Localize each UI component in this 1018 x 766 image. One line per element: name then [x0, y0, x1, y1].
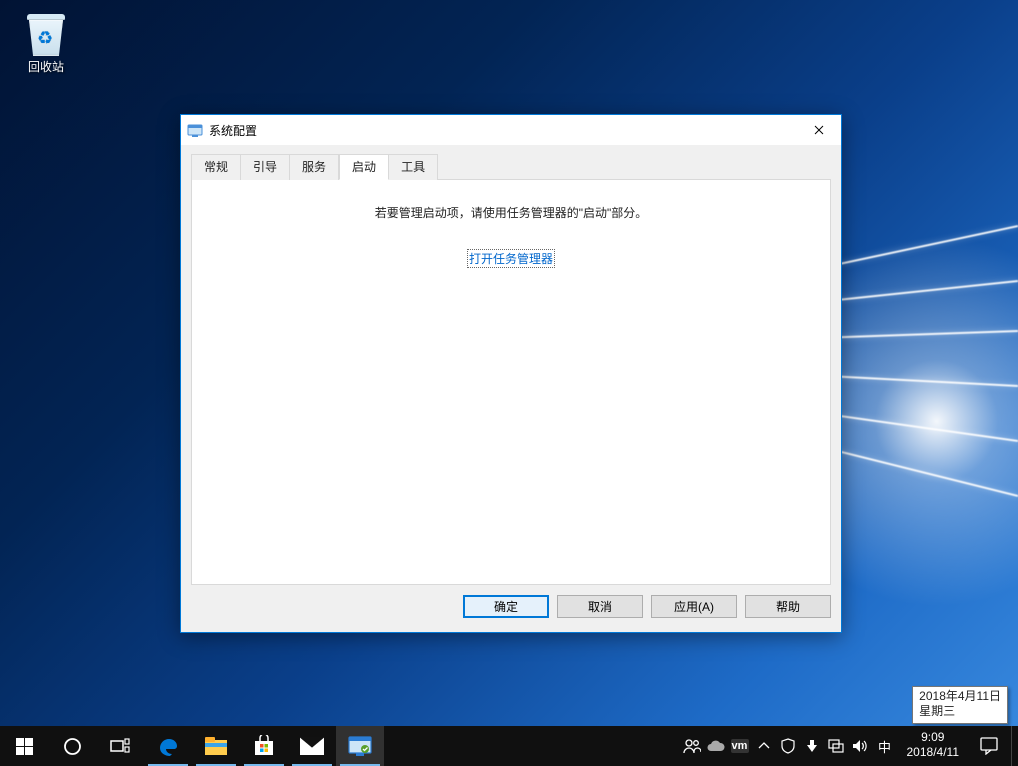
taskbar-app-explorer[interactable] [192, 726, 240, 766]
mail-icon [300, 737, 324, 755]
tab-tools[interactable]: 工具 [389, 154, 438, 180]
taskbar-app-store[interactable] [240, 726, 288, 766]
task-view-icon [110, 738, 130, 754]
cortana-circle-icon [63, 737, 82, 756]
clock-date: 2018/4/11 [907, 745, 960, 760]
open-task-manager-link[interactable]: 打开任务管理器 [467, 249, 555, 268]
task-view-button[interactable] [96, 726, 144, 766]
close-button[interactable] [796, 115, 841, 145]
tray-ime-indicator[interactable]: 中 [875, 726, 895, 766]
tab-panel-startup: 若要管理启动项，请使用任务管理器的"启动"部分。 打开任务管理器 [191, 179, 831, 585]
store-icon [253, 735, 275, 757]
tray-onedrive-icon[interactable] [707, 726, 725, 766]
tray-vmware-icon[interactable]: vm [731, 739, 749, 753]
tab-strip: 常规 引导 服务 启动 工具 [191, 154, 831, 180]
system-tray: vm 中 [679, 726, 899, 766]
taskbar-clock[interactable]: 9:09 2018/4/11 [899, 726, 968, 766]
tab-services[interactable]: 服务 [290, 154, 339, 180]
window-title: 系统配置 [209, 122, 796, 139]
start-button[interactable] [0, 726, 48, 766]
msconfig-icon [187, 122, 203, 138]
file-explorer-icon [205, 737, 227, 755]
recycle-bin-label: 回收站 [8, 58, 84, 75]
tab-startup[interactable]: 启动 [339, 154, 389, 180]
tray-power-icon[interactable] [803, 726, 821, 766]
tray-network-icon[interactable] [827, 726, 845, 766]
apply-button[interactable]: 应用(A) [651, 595, 737, 618]
tooltip-date: 2018年4月11日 [919, 689, 1001, 705]
clock-time: 9:09 [907, 730, 960, 745]
recycle-bin-icon: ♻ [22, 8, 70, 56]
cortana-button[interactable] [48, 726, 96, 766]
titlebar[interactable]: 系统配置 [181, 115, 841, 145]
tray-people-icon[interactable] [683, 726, 701, 766]
help-button[interactable]: 帮助 [745, 595, 831, 618]
msconfig-icon [348, 735, 372, 757]
taskbar: vm 中 9:09 2018/4/11 [0, 726, 1018, 766]
tooltip-weekday: 星期三 [919, 704, 1001, 720]
msconfig-window: 系统配置 常规 引导 服务 启动 工具 若要管理启动项，请使用任务管理器的"启动… [180, 114, 842, 633]
show-desktop-button[interactable] [1011, 726, 1018, 766]
taskbar-app-msconfig[interactable] [336, 726, 384, 766]
ok-button[interactable]: 确定 [463, 595, 549, 618]
edge-icon [156, 734, 180, 758]
action-center-button[interactable] [967, 726, 1011, 766]
cancel-button[interactable]: 取消 [557, 595, 643, 618]
startup-message: 若要管理启动项，请使用任务管理器的"启动"部分。 [375, 204, 648, 221]
clock-tooltip: 2018年4月11日 星期三 [912, 686, 1008, 724]
tab-boot[interactable]: 引导 [241, 154, 290, 180]
taskbar-app-mail[interactable] [288, 726, 336, 766]
taskbar-app-edge[interactable] [144, 726, 192, 766]
tray-volume-icon[interactable] [851, 726, 869, 766]
windows-logo-icon [16, 738, 33, 755]
tab-general[interactable]: 常规 [191, 154, 241, 180]
dialog-buttons: 确定 取消 应用(A) 帮助 [191, 585, 831, 622]
notification-icon [980, 737, 998, 755]
tray-security-icon[interactable] [779, 726, 797, 766]
tray-chevron-up-icon[interactable] [755, 726, 773, 766]
desktop-icon-recycle-bin[interactable]: ♻ 回收站 [8, 4, 84, 75]
